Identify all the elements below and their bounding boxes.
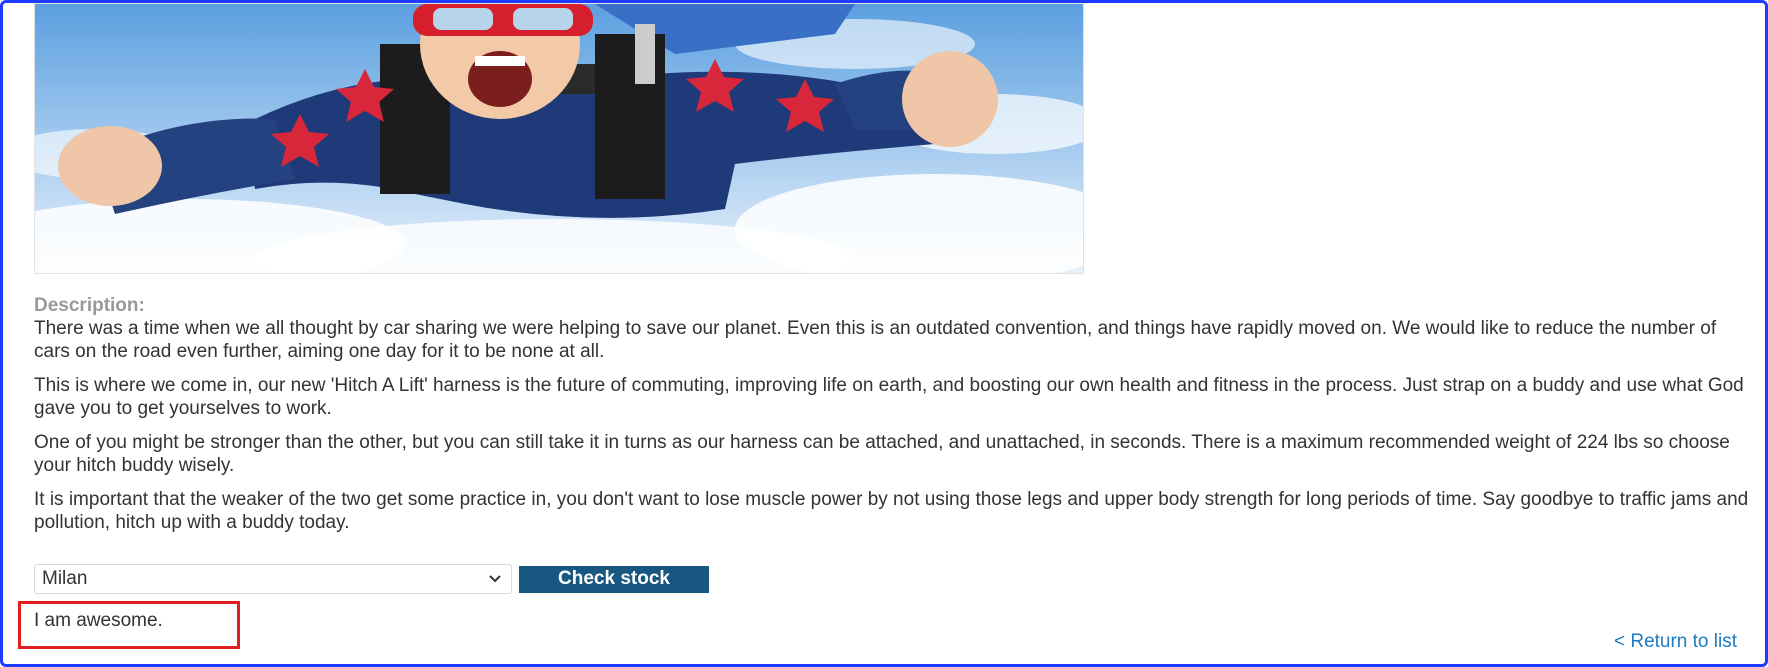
store-select-value: Milan [42, 568, 88, 589]
stock-result-text: I am awesome. [34, 610, 163, 631]
return-to-list-link[interactable]: < Return to list [1614, 631, 1737, 653]
description-paragraph: It is important that the weaker of the t… [34, 489, 1749, 533]
check-stock-button[interactable]: Check stock [519, 565, 709, 593]
description-paragraph: One of you might be stronger than the ot… [34, 432, 1730, 476]
store-select[interactable]: Milan [34, 564, 512, 594]
stock-result: I am awesome. [18, 601, 240, 649]
description-paragraph: There was a time when we all thought by … [34, 318, 1717, 362]
description-paragraph: This is where we come in, our new 'Hitch… [34, 375, 1744, 419]
stock-check-form: Milan Check stock [34, 564, 709, 594]
description-label: Description: [34, 295, 145, 316]
product-image [34, 3, 1084, 274]
description-body: There was a time when we all thought by … [34, 317, 1754, 545]
chevron-down-icon [487, 571, 503, 587]
page-frame: Description: There was a time when we al… [0, 0, 1768, 667]
